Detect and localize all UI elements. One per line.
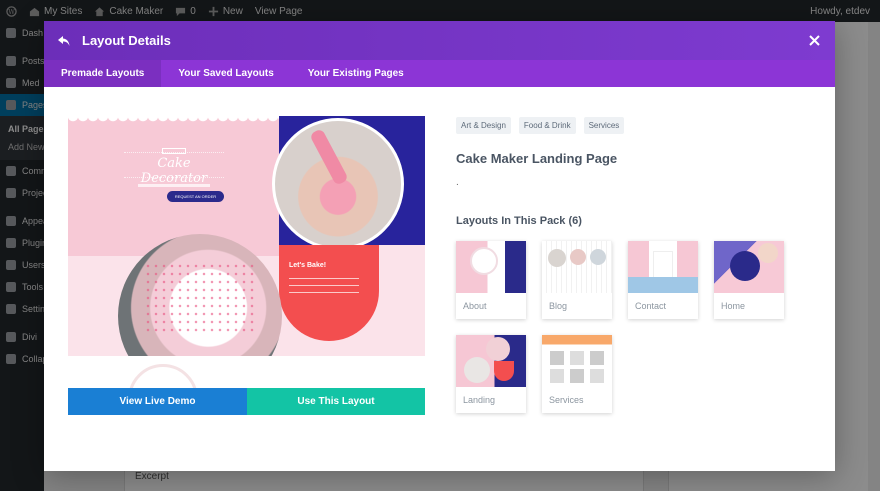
thumb-image	[456, 241, 526, 293]
tab-existing-pages[interactable]: Your Existing Pages	[291, 60, 421, 87]
use-this-layout-button[interactable]: Use This Layout	[247, 388, 425, 415]
modal-tabs: Premade Layouts Your Saved Layouts Your …	[44, 60, 835, 87]
layout-thumb-services[interactable]: Services	[542, 335, 612, 413]
layout-thumb-home[interactable]: Home	[714, 241, 784, 319]
tag-services[interactable]: Services	[583, 117, 625, 134]
pack-heading: Layouts In This Pack (6)	[456, 215, 582, 227]
preview-red-card-title: Let's Bake!	[289, 262, 327, 269]
layout-name: Cake Maker Landing Page	[456, 151, 618, 166]
thumb-label: Landing	[463, 395, 496, 405]
category-tags: Art & Design Food & Drink Services	[456, 117, 625, 134]
layout-details-modal: Layout Details Premade Layouts Your Save…	[44, 21, 835, 471]
thumb-image	[456, 335, 526, 387]
layout-thumb-landing[interactable]: Landing	[456, 335, 526, 413]
layout-preview-image: Cake Decorator REQUEST AN ORDER Let's Ba…	[68, 116, 425, 414]
thumb-label: Home	[721, 301, 746, 311]
preview-script-title: Cake Decorator	[140, 156, 208, 186]
view-live-demo-button[interactable]: View Live Demo	[68, 388, 247, 415]
thumb-image	[714, 241, 784, 293]
tab-saved-layouts[interactable]: Your Saved Layouts	[161, 60, 290, 87]
tag-art-design[interactable]: Art & Design	[456, 117, 511, 134]
preview-subtitle-line	[138, 184, 210, 187]
preview-scallop-edge	[68, 116, 279, 124]
thumb-label: About	[463, 301, 487, 311]
back-arrow-icon[interactable]	[56, 33, 72, 49]
thumb-label: Blog	[549, 301, 568, 311]
thumb-label: Contact	[635, 301, 667, 311]
preview-red-card-text	[289, 278, 359, 298]
modal-title: Layout Details	[82, 33, 171, 48]
layout-thumb-about[interactable]: About	[456, 241, 526, 319]
tag-food-drink[interactable]: Food & Drink	[518, 117, 576, 134]
tab-premade-layouts[interactable]: Premade Layouts	[44, 60, 162, 87]
thumb-image	[542, 241, 612, 293]
close-icon[interactable]	[807, 34, 821, 48]
layout-thumb-contact[interactable]: Contact	[628, 241, 698, 319]
thumb-image	[542, 335, 612, 387]
thumb-image	[628, 241, 698, 293]
modal-header: Layout Details	[44, 21, 835, 60]
preview-sprinkles	[144, 262, 254, 332]
thumb-label: Services	[549, 395, 584, 405]
preview-request-button: REQUEST AN ORDER	[167, 191, 224, 202]
layout-thumb-blog[interactable]: Blog	[542, 241, 612, 319]
layout-description: .	[456, 177, 459, 188]
